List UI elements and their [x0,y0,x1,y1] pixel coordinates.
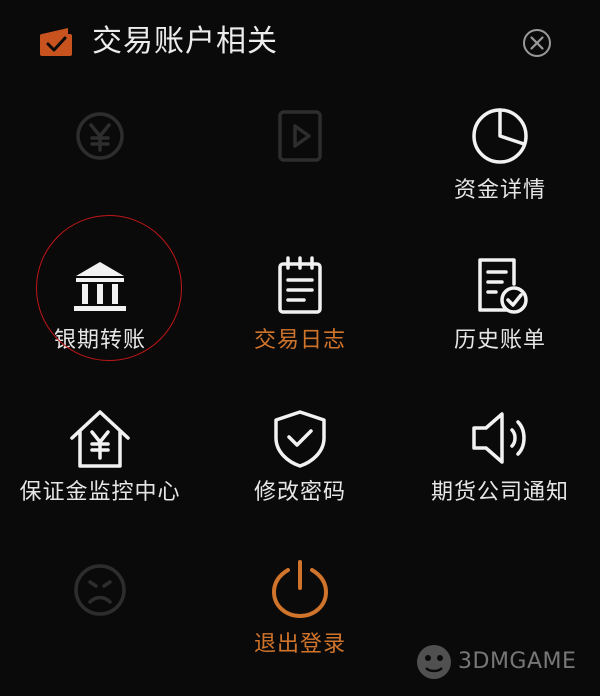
panel-title: 交易账户相关 [92,24,278,59]
menu-item-disabled-1[interactable] [0,90,200,242]
menu-item-label: 期货公司通知 [430,480,569,505]
wallet-icon [40,28,72,56]
sad-face-icon [74,564,126,616]
speaker-icon [472,412,526,464]
menu-item-label: 资金详情 [453,178,546,203]
menu-item-disabled-3[interactable] [0,544,200,696]
menu-item-fund-details[interactable]: 资金详情 [400,90,600,242]
watermark-logo-icon [417,645,451,679]
pie-chart-icon [472,108,528,164]
menu-item-trade-log[interactable]: 交易日志 [200,240,400,392]
yuan-circle-icon [76,112,124,160]
menu-item-company-notice[interactable]: 期货公司通知 [400,392,600,544]
menu-item-label: 退出登录 [253,632,346,657]
menu-item-logout[interactable]: 退出登录 [200,544,400,696]
menu-item-margin-monitor[interactable]: 保证金监控中心 [0,392,200,544]
menu-item-disabled-2[interactable] [200,90,400,242]
watermark-text: 3DMGAME [458,649,577,674]
menu-item-bank-transfer[interactable]: 银期转账 [0,240,200,392]
close-icon[interactable] [521,27,553,59]
bank-icon [74,262,126,311]
notepad-icon [278,256,322,314]
menu-item-label: 历史账单 [453,328,546,353]
house-yuan-icon [70,410,130,468]
menu-item-change-password[interactable]: 修改密码 [200,392,400,544]
shield-check-icon [274,410,326,468]
panel-header: 交易账户相关 [0,0,600,84]
menu-item-history-bill[interactable]: 历史账单 [400,240,600,392]
watermark: 3DMGAME [410,640,594,684]
bill-check-icon [478,258,528,314]
power-icon [271,560,329,619]
play-document-icon [278,110,322,162]
